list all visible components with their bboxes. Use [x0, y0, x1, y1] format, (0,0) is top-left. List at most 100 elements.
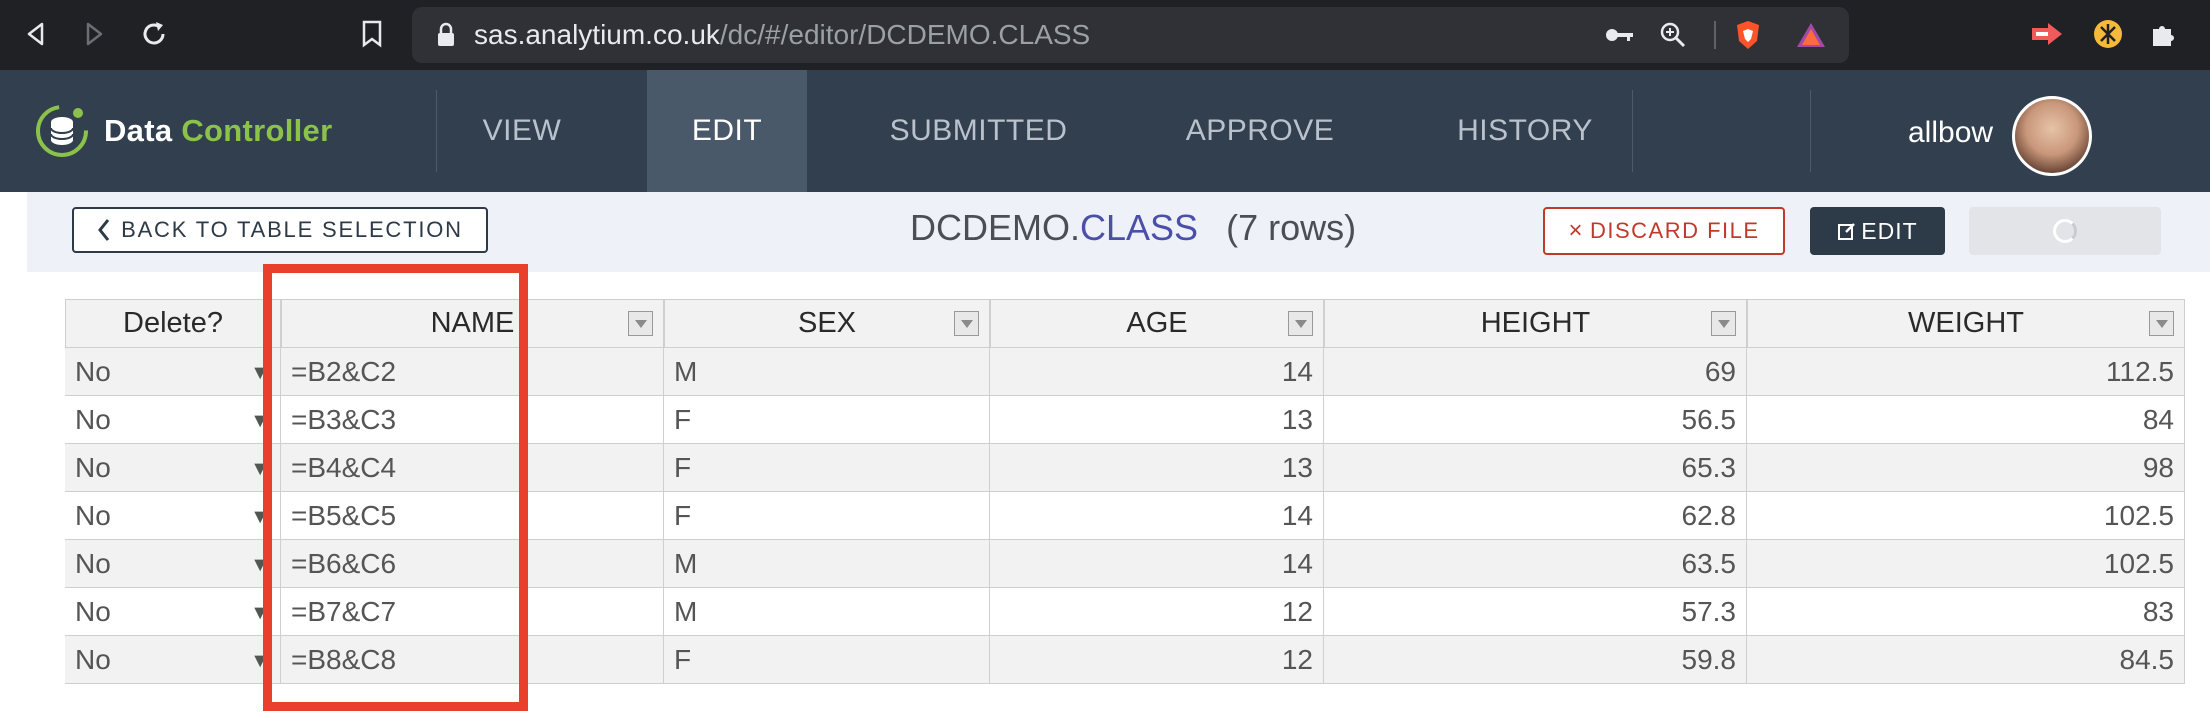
column-header-age[interactable]: AGE — [990, 299, 1324, 348]
delete-cell-value: No — [75, 547, 111, 579]
sex-cell-value: F — [674, 403, 692, 435]
age-cell[interactable]: 13 — [990, 396, 1324, 444]
height-cell[interactable]: 62.8 — [1324, 492, 1747, 540]
delete-cell-value: No — [75, 355, 111, 387]
key-icon[interactable] — [1604, 19, 1636, 51]
delete-cell[interactable]: No ▼ — [65, 348, 281, 396]
nav-tab-history[interactable]: HISTORY — [1420, 70, 1630, 192]
nav-divider — [1632, 90, 1633, 172]
delete-cell-value: No — [75, 499, 111, 531]
sex-cell-value: F — [674, 643, 692, 675]
back-to-table-selection-button[interactable]: BACK TO TABLE SELECTION — [72, 207, 488, 253]
column-header-sex[interactable]: SEX — [664, 299, 990, 348]
weight-cell[interactable]: 102.5 — [1747, 540, 2185, 588]
height-cell[interactable]: 63.5 — [1324, 540, 1747, 588]
weight-cell[interactable]: 98 — [1747, 444, 2185, 492]
pencil-icon — [1837, 221, 1857, 241]
filter-dropdown-icon[interactable] — [2149, 311, 2174, 336]
height-cell-value: 63.5 — [1681, 547, 1737, 579]
weight-cell[interactable]: 112.5 — [1747, 348, 2185, 396]
sex-cell-value: F — [674, 451, 692, 483]
nav-tab-approve[interactable]: APPROVE — [1150, 70, 1370, 192]
sex-cell-value: M — [674, 355, 698, 387]
sex-cell[interactable]: F — [664, 492, 990, 540]
brand-name: Data Controller — [104, 113, 332, 149]
extensions-puzzle-icon[interactable] — [2144, 14, 2184, 54]
delete-cell[interactable]: No ▼ — [65, 588, 281, 636]
delete-cell[interactable]: No ▼ — [65, 636, 281, 684]
discard-file-button[interactable]: × DISCARD FILE — [1543, 207, 1785, 255]
age-cell-value: 13 — [1281, 403, 1313, 435]
brand[interactable]: Data Controller — [34, 100, 332, 162]
chevron-left-icon — [97, 218, 111, 242]
height-cell[interactable]: 69 — [1324, 348, 1747, 396]
back-button-label: BACK TO TABLE SELECTION — [121, 217, 463, 242]
weight-cell-value: 84.5 — [2119, 643, 2175, 675]
back-arrow-icon[interactable] — [16, 14, 56, 54]
nav-divider — [1810, 90, 1811, 172]
height-cell[interactable]: 57.3 — [1324, 588, 1747, 636]
delete-cell[interactable]: No ▼ — [65, 492, 281, 540]
age-cell[interactable]: 12 — [990, 588, 1324, 636]
age-cell[interactable]: 13 — [990, 444, 1324, 492]
weight-cell[interactable]: 102.5 — [1747, 492, 2185, 540]
nav-tab-submitted[interactable]: SUBMITTED — [860, 70, 1097, 192]
age-cell[interactable]: 14 — [990, 540, 1324, 588]
nav-tab-edit[interactable]: EDIT — [647, 70, 807, 192]
height-cell[interactable]: 59.8 — [1324, 636, 1747, 684]
delete-cell[interactable]: No ▼ — [65, 444, 281, 492]
sex-cell[interactable]: M — [664, 348, 990, 396]
forward-arrow-icon[interactable] — [74, 14, 114, 54]
weight-cell[interactable]: 84 — [1747, 396, 2185, 444]
avatar[interactable] — [2012, 96, 2092, 176]
age-cell-value: 14 — [1281, 547, 1313, 579]
sex-cell[interactable]: M — [664, 540, 990, 588]
filter-dropdown-icon[interactable] — [1711, 311, 1736, 336]
sex-cell[interactable]: F — [664, 444, 990, 492]
column-header-height[interactable]: HEIGHT — [1324, 299, 1747, 348]
bookmark-icon[interactable] — [352, 14, 392, 54]
close-icon: × — [1568, 217, 1584, 244]
name-column-highlight-box — [263, 264, 528, 711]
zoom-icon[interactable] — [1657, 19, 1689, 51]
brand-word-data: Data — [104, 113, 173, 148]
sex-cell[interactable]: F — [664, 396, 990, 444]
height-cell[interactable]: 56.5 — [1324, 396, 1747, 444]
column-header-delete[interactable]: Delete? — [65, 299, 281, 348]
address-bar[interactable]: sas.analytium.co.uk/dc/#/editor/DCDEMO.C… — [412, 7, 1849, 63]
delete-cell[interactable]: No ▼ — [65, 396, 281, 444]
age-cell[interactable]: 12 — [990, 636, 1324, 684]
divider — [1714, 21, 1716, 49]
column-header-label: AGE — [1126, 307, 1188, 339]
column-header-label: SEX — [797, 307, 857, 339]
age-cell[interactable]: 14 — [990, 492, 1324, 540]
reload-icon[interactable] — [134, 14, 174, 54]
age-cell[interactable]: 14 — [990, 348, 1324, 396]
column-header-weight[interactable]: WEIGHT — [1747, 299, 2185, 348]
column-header-label: WEIGHT — [1908, 307, 2024, 339]
sex-cell[interactable]: M — [664, 588, 990, 636]
nav-tab-view[interactable]: VIEW — [437, 70, 607, 192]
extension-badge-icon[interactable] — [2088, 14, 2128, 54]
filter-dropdown-icon[interactable] — [628, 311, 653, 336]
sex-cell[interactable]: F — [664, 636, 990, 684]
delete-cell-value: No — [75, 403, 111, 435]
brave-rewards-icon[interactable] — [1795, 19, 1827, 51]
column-header-label: Delete? — [123, 307, 223, 339]
url-text: sas.analytium.co.uk/dc/#/editor/DCDEMO.C… — [474, 19, 1090, 51]
edit-button[interactable]: EDIT — [1810, 207, 1945, 255]
age-cell-value: 13 — [1281, 451, 1313, 483]
height-cell-value: 59.8 — [1681, 643, 1737, 675]
weight-cell[interactable]: 83 — [1747, 588, 2185, 636]
extension-share-icon[interactable] — [2026, 14, 2066, 54]
user-name[interactable]: allbow — [1908, 116, 1993, 150]
delete-cell[interactable]: No ▼ — [65, 540, 281, 588]
weight-cell-value: 102.5 — [2103, 547, 2174, 579]
submit-button-loading[interactable] — [1969, 207, 2161, 255]
filter-dropdown-icon[interactable] — [1288, 311, 1313, 336]
filter-dropdown-icon[interactable] — [954, 311, 979, 336]
brave-shield-icon[interactable] — [1732, 19, 1764, 51]
weight-cell[interactable]: 84.5 — [1747, 636, 2185, 684]
height-cell[interactable]: 65.3 — [1324, 444, 1747, 492]
height-cell-value: 69 — [1704, 355, 1736, 387]
